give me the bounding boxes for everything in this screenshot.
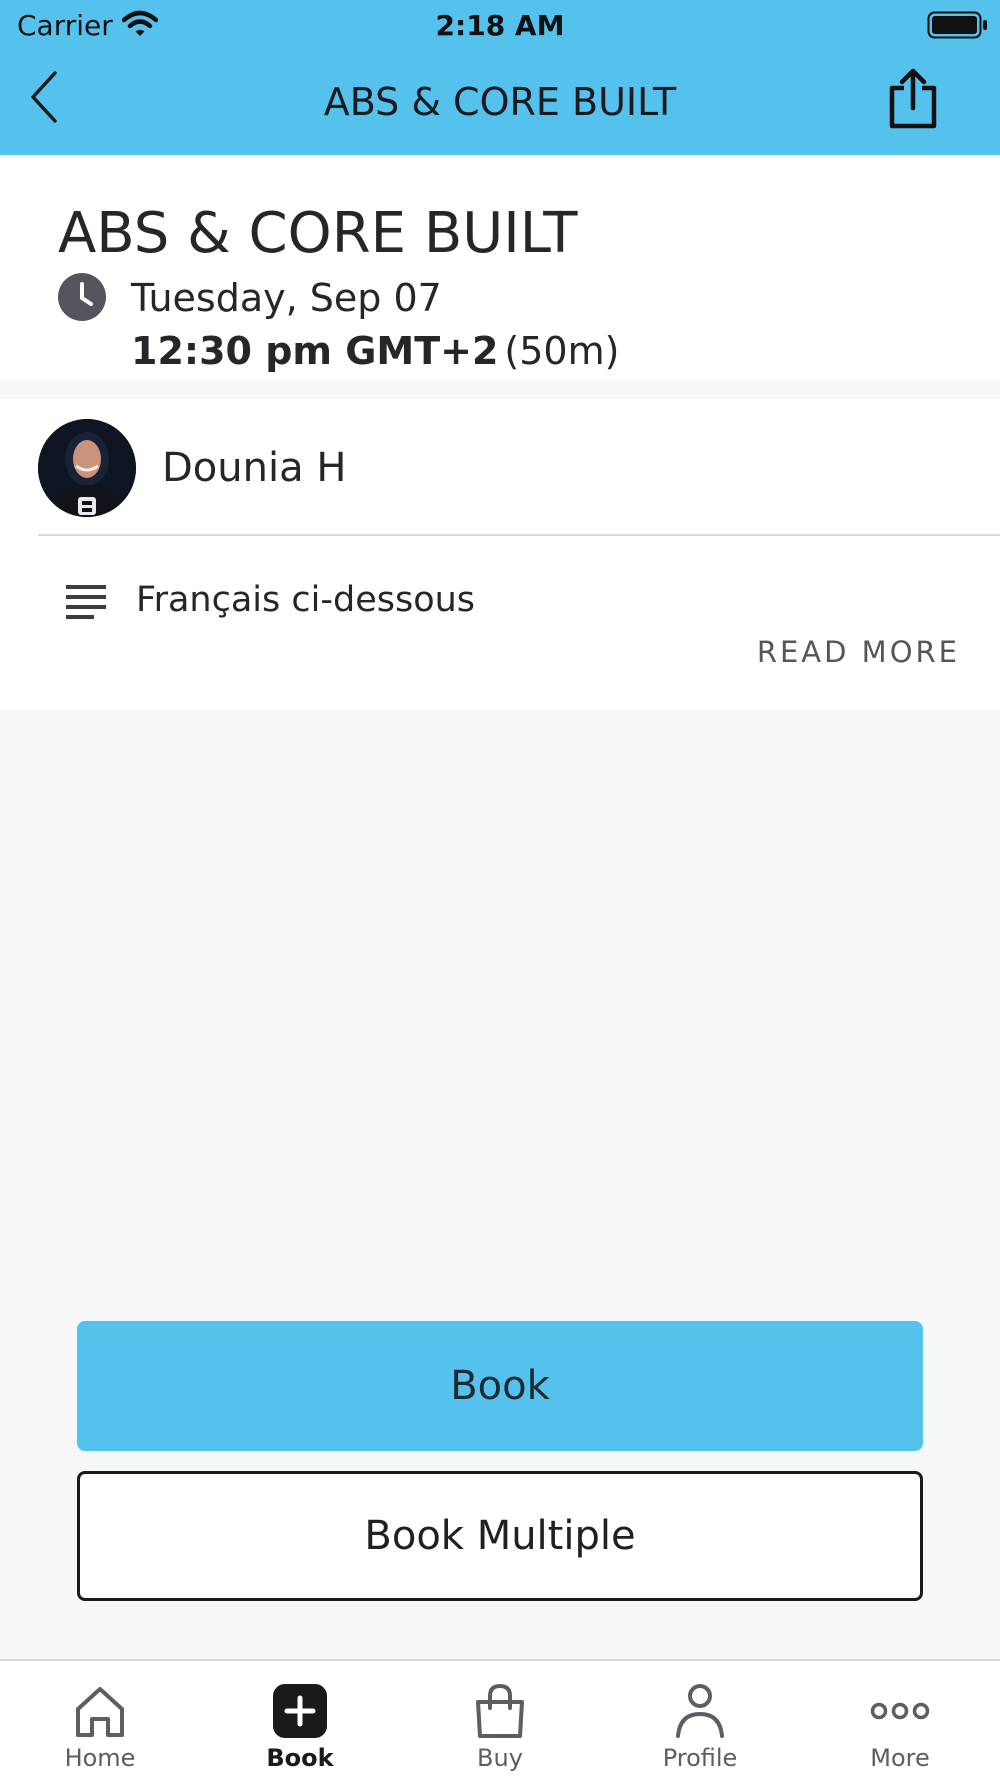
- tab-more[interactable]: More: [800, 1661, 1000, 1780]
- description-text: Français ci-dessous: [136, 580, 476, 620]
- status-time: 2:18 AM: [435, 9, 565, 42]
- details-card: Dounia H Français ci-dessous READ MORE: [0, 399, 1000, 710]
- class-duration: (50m): [504, 329, 620, 373]
- header: Carrier 2:18 AM ABS & CORE BUILT: [0, 0, 1000, 155]
- plus-square-icon: [270, 1681, 330, 1741]
- text-lines-icon: [66, 585, 108, 625]
- tab-label: Profile: [662, 1744, 738, 1772]
- class-title: ABS & CORE BUILT: [58, 201, 578, 266]
- book-button[interactable]: Book: [77, 1321, 923, 1451]
- tab-label: More: [870, 1744, 930, 1772]
- tab-home[interactable]: Home: [0, 1661, 200, 1780]
- clock-icon: [58, 273, 106, 325]
- divider: [38, 534, 1000, 536]
- more-dots-icon: [870, 1681, 930, 1741]
- person-icon: [670, 1681, 730, 1741]
- instructor-name: Dounia H: [162, 445, 347, 491]
- class-date: Tuesday, Sep 07: [131, 276, 442, 320]
- tab-buy[interactable]: Buy: [400, 1661, 600, 1780]
- nav-title: ABS & CORE BUILT: [323, 80, 677, 124]
- battery-icon: [927, 11, 989, 43]
- tab-label: Home: [64, 1744, 136, 1772]
- share-button[interactable]: [880, 68, 946, 134]
- tab-label: Buy: [477, 1744, 523, 1772]
- tab-book[interactable]: Book: [200, 1661, 400, 1780]
- class-time: 12:30 pm GMT+2: [131, 329, 499, 373]
- share-icon: [886, 68, 940, 134]
- tab-label: Book: [266, 1744, 334, 1772]
- class-time-row: 12:30 pm GMT+2 (50m): [131, 328, 619, 374]
- chevron-left-icon: [29, 70, 59, 128]
- read-more-link[interactable]: READ MORE: [757, 632, 960, 672]
- tab-bar: Home Book Buy Profile More: [0, 1659, 1000, 1780]
- shopping-bag-icon: [470, 1681, 530, 1741]
- home-icon: [70, 1681, 130, 1741]
- instructor-row[interactable]: Dounia H: [0, 399, 1000, 534]
- book-multiple-button[interactable]: Book Multiple: [77, 1471, 923, 1601]
- back-button[interactable]: [22, 68, 66, 130]
- avatar: [38, 419, 136, 517]
- tab-profile[interactable]: Profile: [600, 1661, 800, 1780]
- class-info-card: ABS & CORE BUILT Tuesday, Sep 07 12:30 p…: [0, 155, 1000, 380]
